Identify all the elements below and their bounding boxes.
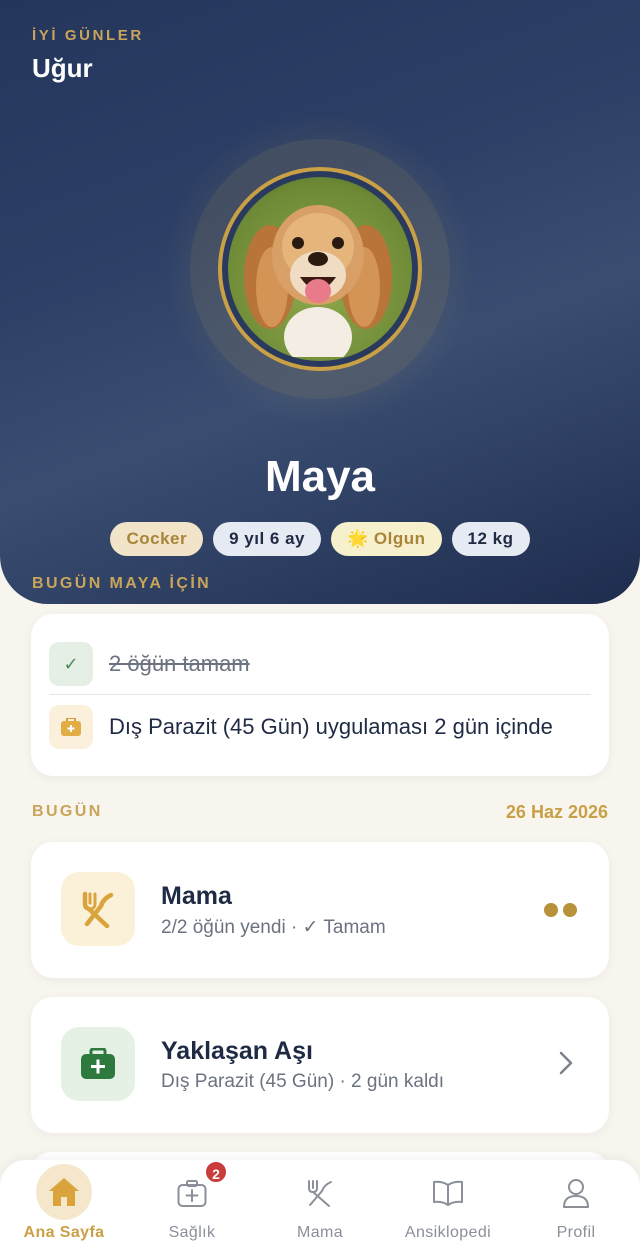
today-label: BUGÜN (32, 803, 103, 820)
pet-photo (228, 177, 412, 361)
food-card-subtitle: 2/2 öğün yendi · ✓ Tamam (161, 917, 386, 938)
todo-item-meals[interactable]: ✓ 2 öğün tamam (49, 642, 591, 686)
nav-home[interactable]: Ana Sayfa (0, 1160, 128, 1248)
food-card[interactable]: Mama 2/2 öğün yendi · ✓ Tamam (31, 842, 609, 978)
todo-text: 2 öğün tamam (109, 651, 250, 676)
pet-name: Maya (264, 452, 376, 501)
divider (49, 694, 591, 695)
today-date: 26 Haz 2026 (505, 802, 608, 822)
weight-tag: 12 kg (451, 522, 530, 556)
hero-header: İYİ GÜNLER Uğur Maya Cocker 9 yıl 6 ay 🌟… (0, 0, 640, 604)
dog-illustration (244, 205, 392, 361)
life-stage-tag: 🌟 Olgun (331, 522, 442, 556)
age-tag: 9 yıl 6 ay (213, 522, 322, 556)
todo-text: Dış Parazit (45 Gün) uygulaması 2 gün iç… (109, 714, 553, 739)
meal-dot (544, 903, 558, 917)
upcoming-vaccine-card[interactable]: Yaklaşan Aşı Dış Parazit (45 Gün) · 2 gü… (31, 997, 609, 1133)
nav-health[interactable]: 2 Sağlık (128, 1160, 256, 1248)
home-icon (47, 1176, 81, 1213)
todo-item-parasite[interactable]: Dış Parazit (45 Gün) uygulaması 2 gün iç… (49, 705, 591, 749)
nav-encyclopedia[interactable]: Ansiklopedi (384, 1160, 512, 1248)
chevron-right-icon[interactable] (559, 1051, 573, 1080)
breed-tag: Cocker (110, 522, 204, 556)
person-icon (562, 1178, 590, 1213)
medkit-icon (61, 1027, 135, 1101)
nav-label: Ana Sayfa (23, 1224, 105, 1241)
medkit-icon (49, 705, 93, 749)
today-for-pet-label: BUGÜN MAYA İÇİN (32, 575, 212, 592)
bottom-nav: Ana Sayfa 2 Sağlık Mama Ansiklopedi Prof… (0, 1160, 640, 1248)
fork-knife-icon (61, 872, 135, 946)
health-icon (177, 1180, 207, 1213)
book-icon (432, 1180, 464, 1211)
vaccine-card-subtitle: Dış Parazit (45 Gün) · 2 gün kaldı (161, 1071, 445, 1092)
today-for-pet-card: ✓ 2 öğün tamam Dış Parazit (45 Gün) uygu… (31, 614, 609, 776)
nav-label: Profil (556, 1224, 596, 1241)
greeting-label: İYİ GÜNLER (32, 27, 144, 44)
fork-knife-icon (305, 1178, 335, 1213)
nav-label: Mama (296, 1224, 344, 1241)
nav-label: Sağlık (168, 1224, 216, 1241)
food-card-title: Mama (161, 882, 232, 910)
nav-food[interactable]: Mama (256, 1160, 384, 1248)
check-icon: ✓ (49, 642, 93, 686)
meal-dot (563, 903, 577, 917)
user-name: Uğur (32, 53, 93, 83)
nav-label: Ansiklopedi (404, 1224, 492, 1241)
pet-tags: Cocker 9 yıl 6 ay 🌟 Olgun 12 kg (0, 522, 640, 556)
vaccine-card-title: Yaklaşan Aşı (161, 1037, 313, 1065)
notification-badge: 2 (204, 1160, 228, 1184)
meal-dots (544, 903, 577, 917)
nav-profile[interactable]: Profil (512, 1160, 640, 1248)
pet-avatar[interactable] (218, 167, 422, 371)
